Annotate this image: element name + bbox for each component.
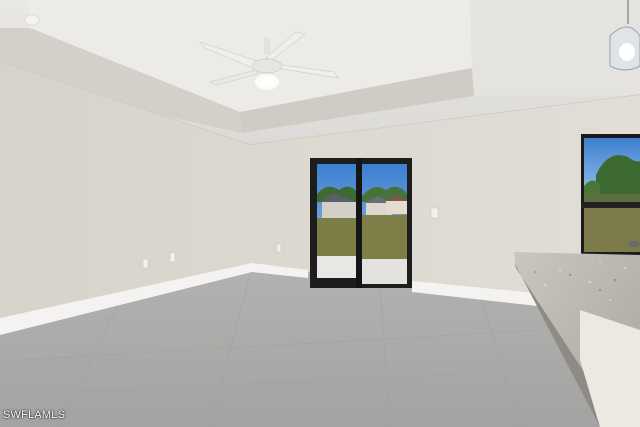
room-illustration	[0, 0, 640, 427]
light-switch	[430, 207, 439, 219]
room-photo: SWFLAMLS	[0, 0, 640, 427]
sliding-glass-door	[310, 158, 412, 288]
smoke-detector	[24, 14, 40, 26]
outlet	[142, 258, 149, 269]
outlet	[169, 252, 176, 263]
window	[581, 134, 640, 256]
outlet	[276, 243, 282, 253]
watermark-text: SWFLAMLS	[3, 409, 66, 421]
